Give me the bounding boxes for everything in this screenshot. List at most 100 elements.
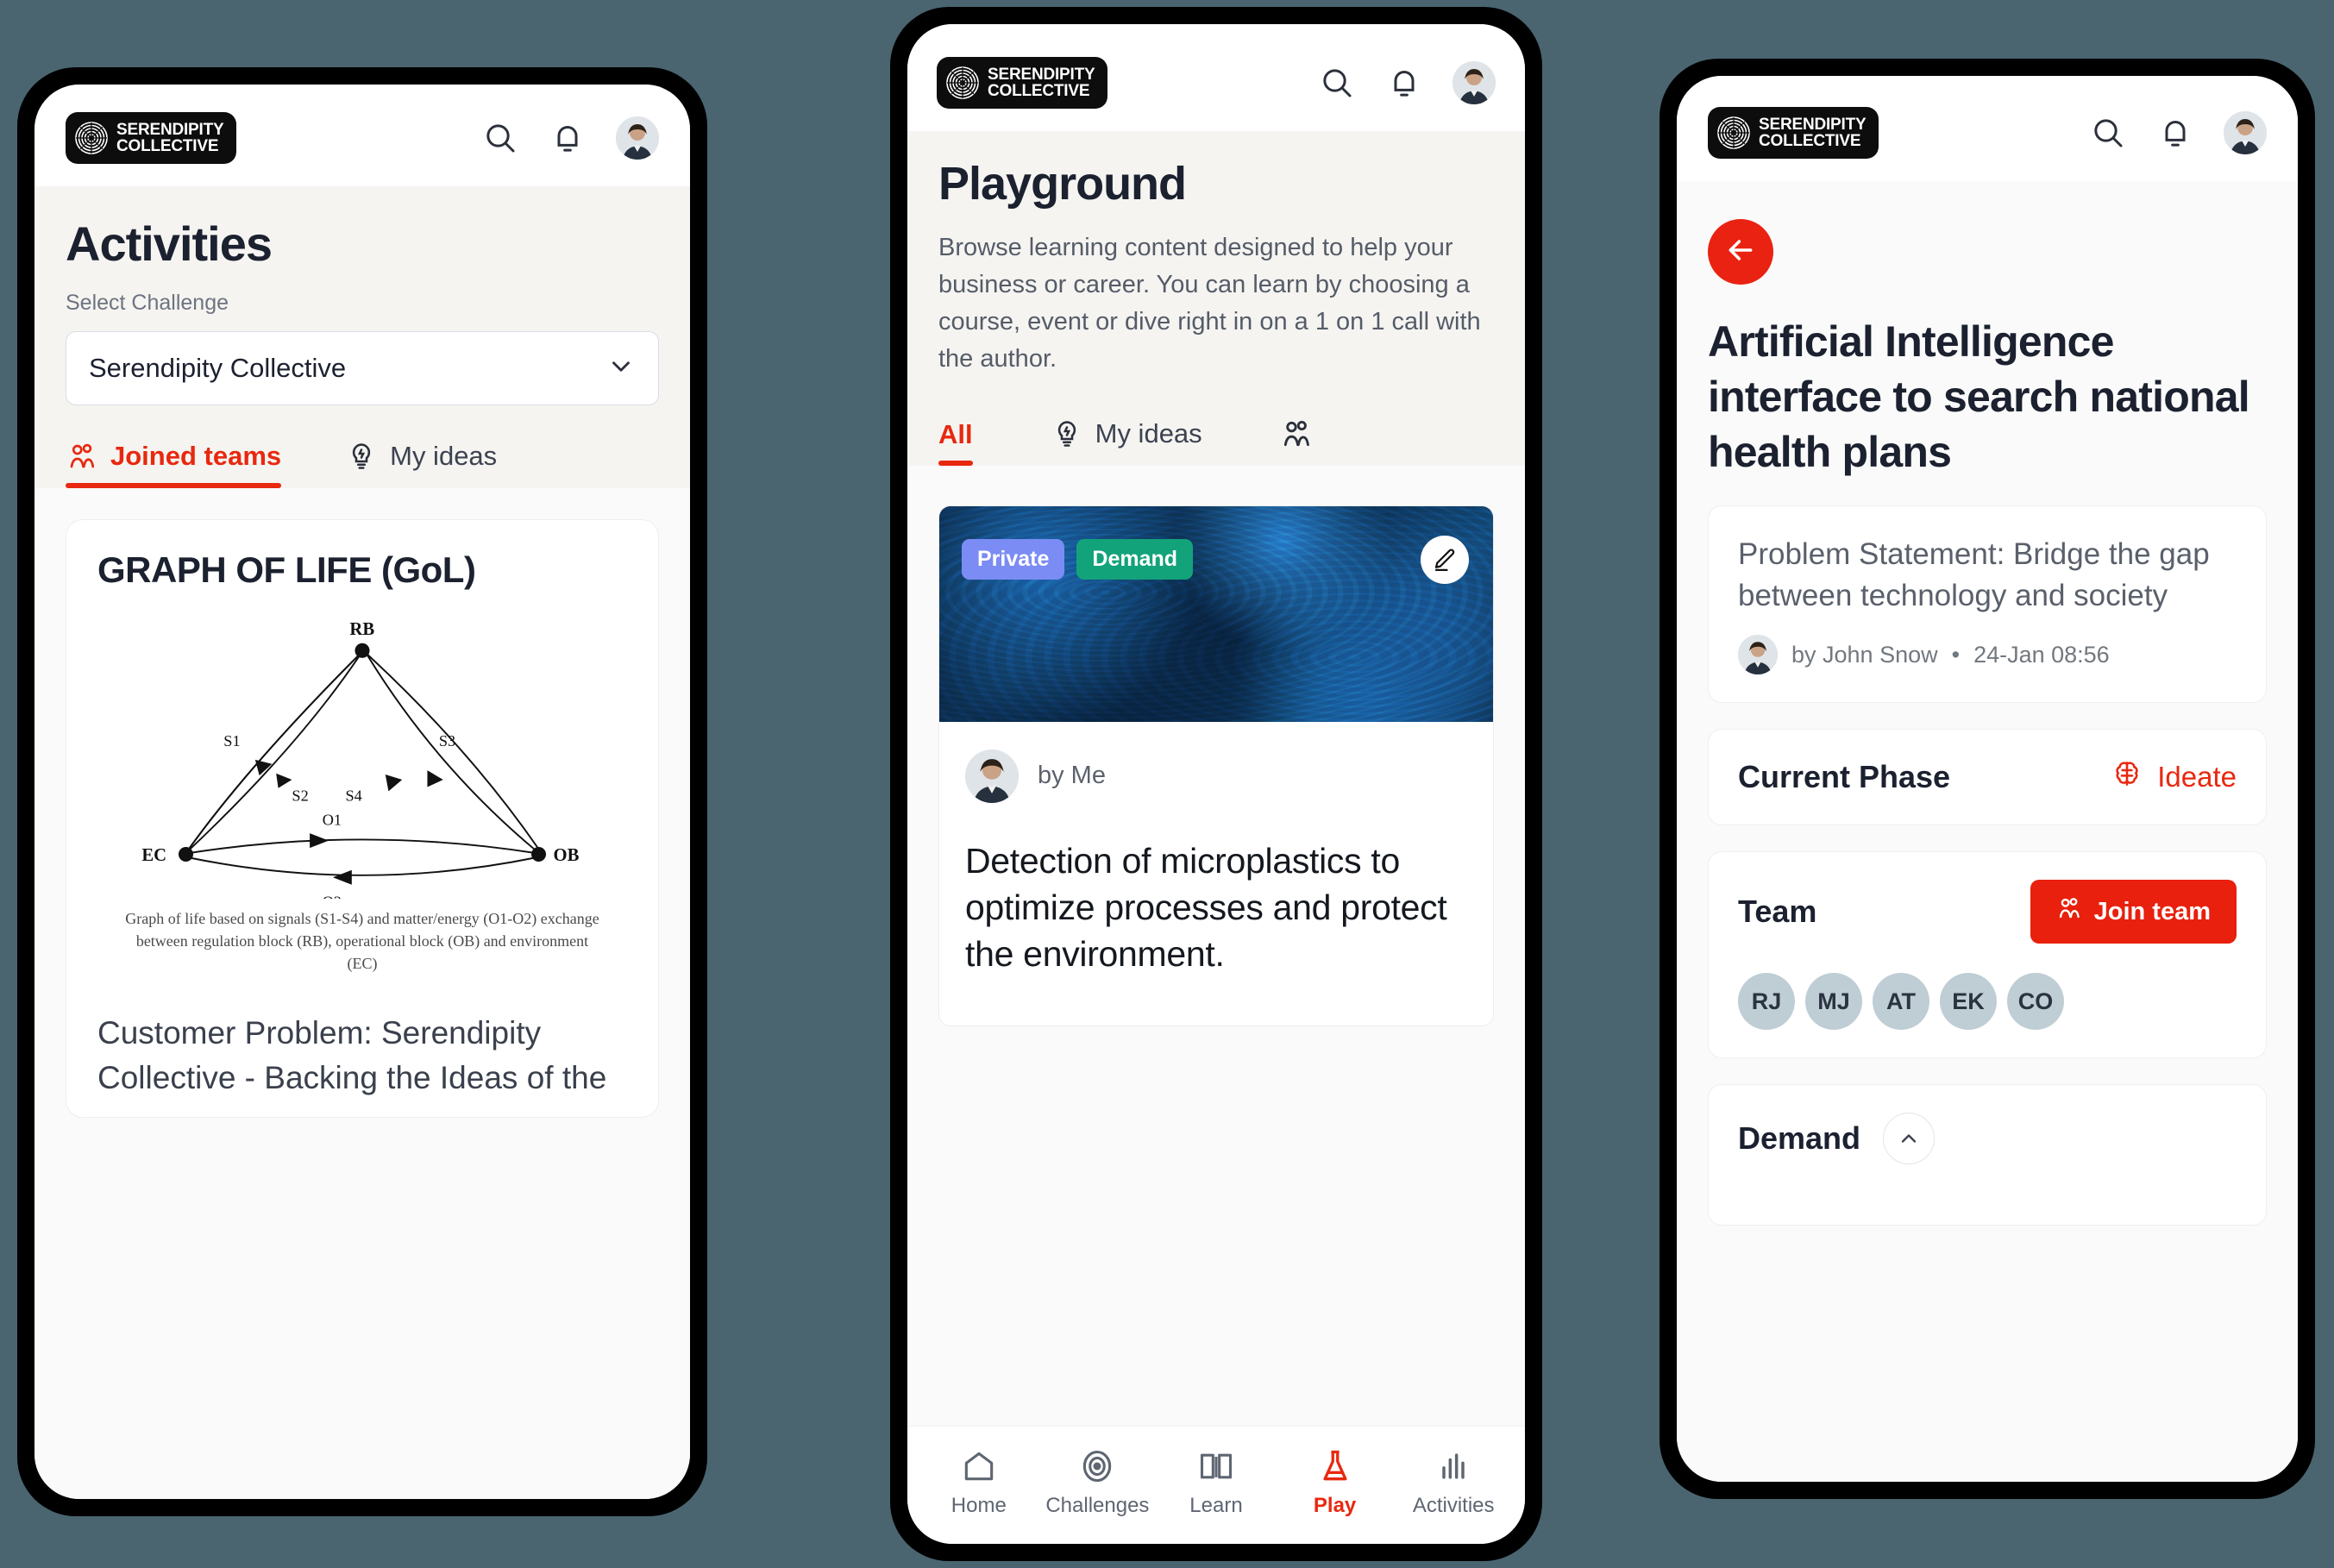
nav-item-challenges[interactable]: Challenges — [1041, 1447, 1154, 1518]
flask-icon — [1323, 1450, 1347, 1481]
challenge-select[interactable]: Serendipity Collective — [66, 331, 659, 405]
problem-timestamp: 24-Jan 08:56 — [1973, 641, 2110, 668]
people-group-icon — [1280, 417, 1313, 450]
tab-my-ideas-label: My ideas — [1095, 417, 1202, 448]
tab-joined-teams[interactable]: Joined teams — [66, 440, 282, 488]
header-actions-2 — [1318, 61, 1496, 104]
team-avatar-initials[interactable]: EK — [1940, 973, 1997, 1031]
team-avatar-initials[interactable]: CO — [2007, 973, 2064, 1031]
brand-logo-3[interactable]: SERENDIPITY COLLECTIVE — [1708, 107, 1879, 159]
card-hero-image: Private Demand — [939, 505, 1493, 722]
people-group-icon — [66, 440, 98, 473]
badge-demand: Demand — [1076, 538, 1194, 580]
phone1-head-pad: Activities Select Challenge Serendipity … — [35, 186, 690, 488]
diagram-edge-S3: S3 — [439, 732, 455, 750]
phone3-screen: SERENDIPITY COLLECTIVE Artificial Intell… — [1677, 76, 2298, 1482]
phone2-screen: SERENDIPITY COLLECTIVE Playground Browse… — [907, 24, 1525, 1544]
phone3-pad: Artificial Intelligence interface to sea… — [1677, 181, 2298, 1226]
tab-joined-teams-label: Joined teams — [110, 441, 282, 471]
people-group-icon — [2056, 895, 2082, 928]
team-card-3[interactable]: Team Join team RJ MJ AT EK CO — [1708, 851, 2267, 1059]
phone3-body: Artificial Intelligence interface to sea… — [1677, 181, 2298, 1482]
pencil-edit-icon[interactable] — [1421, 535, 1469, 584]
playground-tabs: All My ideas — [938, 417, 1494, 466]
diagram-node-RB: RB — [349, 620, 374, 639]
problem-statement-card[interactable]: Problem Statement: Bridge the gap betwee… — [1708, 505, 2267, 704]
user-avatar[interactable] — [616, 116, 659, 160]
card-title: GRAPH OF LIFE (GoL) — [97, 549, 476, 590]
problem-statement-text: Problem Statement: Bridge the gap betwee… — [1738, 537, 2210, 612]
notification-bell-icon[interactable] — [549, 119, 587, 157]
demand-row: Demand — [1738, 1113, 2237, 1165]
app-header-2: SERENDIPITY COLLECTIVE — [907, 24, 1525, 131]
user-avatar[interactable] — [2224, 111, 2267, 154]
phone1-content: GRAPH OF LIFE (GoL) RB EC OB S1 S2 S3 S4… — [35, 488, 690, 1499]
nav-item-play[interactable]: Play — [1278, 1447, 1391, 1518]
team-member-avatars: RJ MJ AT EK CO — [1738, 973, 2237, 1031]
diagram-edge-S4: S4 — [346, 787, 362, 804]
diagram-edge-O1: O1 — [323, 811, 342, 828]
screenshot-stage: SERENDIPITY COLLECTIVE Activities Select… — [0, 0, 2334, 1568]
notification-bell-icon[interactable] — [1385, 64, 1423, 102]
team-avatar-initials[interactable]: AT — [1873, 973, 1929, 1031]
chevron-up-icon[interactable] — [1883, 1113, 1936, 1165]
diagram-caption: Graph of life based on signals (S1-S4) a… — [125, 909, 599, 972]
phone2-content: Private Demand by Me Detection of microp… — [907, 465, 1525, 1426]
phone1-body: Activities Select Challenge Serendipity … — [35, 186, 690, 1499]
notification-bell-icon[interactable] — [2156, 114, 2194, 152]
problem-author-row: by John Snow • 24-Jan 08:56 — [1738, 635, 2237, 675]
demand-label: Demand — [1738, 1120, 1861, 1157]
home-icon — [964, 1452, 994, 1481]
tab-all[interactable]: All — [938, 419, 973, 466]
current-phase-value: Ideate — [2157, 761, 2237, 793]
join-team-button[interactable]: Join team — [2030, 880, 2237, 944]
back-button[interactable] — [1708, 219, 1773, 285]
tab-my-ideas-label: My ideas — [390, 441, 498, 471]
idea-detail-title: Artificial Intelligence interface to sea… — [1708, 317, 2250, 476]
brand-logo-2[interactable]: SERENDIPITY COLLECTIVE — [937, 57, 1107, 109]
page-title: Playground — [938, 158, 1187, 210]
page-description: Browse learning content designed to help… — [938, 234, 1481, 373]
nav-item-home[interactable]: Home — [922, 1447, 1035, 1518]
team-avatar-initials[interactable]: RJ — [1738, 973, 1795, 1031]
problem-author-name: by John Snow — [1791, 641, 1938, 668]
card-badges: Private Demand — [962, 538, 1194, 580]
logo-text-line1: SERENDIPITY — [988, 65, 1095, 84]
nav-label-play: Play — [1313, 1494, 1357, 1517]
badge-private: Private — [962, 538, 1065, 580]
current-phase-label: Current Phase — [1738, 759, 1951, 795]
team-avatar-initials[interactable]: MJ — [1805, 973, 1862, 1031]
diagram-edge-O2: O2 — [323, 893, 342, 898]
brain-icon — [2111, 757, 2143, 797]
lightbulb-icon — [1051, 417, 1083, 450]
current-phase-card[interactable]: Current Phase Ideate — [1708, 729, 2267, 826]
search-icon[interactable] — [481, 119, 519, 157]
team-row: Team Join team — [1738, 880, 2237, 944]
tab-teams[interactable] — [1280, 417, 1325, 466]
logo-text-line1: SERENDIPITY — [116, 120, 224, 139]
logo-text-line2: COLLECTIVE — [116, 137, 219, 155]
nav-item-learn[interactable]: Learn — [1160, 1447, 1273, 1518]
problem-author-avatar — [1738, 635, 1778, 675]
demand-card[interactable]: Demand — [1708, 1084, 2267, 1226]
team-card[interactable]: GRAPH OF LIFE (GoL) RB EC OB S1 S2 S3 S4… — [66, 519, 659, 1118]
nav-label-home: Home — [951, 1494, 1007, 1517]
search-icon[interactable] — [2089, 114, 2127, 152]
challenge-select-value: Serendipity Collective — [89, 353, 347, 383]
logo-text-line1: SERENDIPITY — [1759, 115, 1867, 134]
tab-my-ideas[interactable]: My ideas — [1051, 417, 1202, 466]
app-header-3: SERENDIPITY COLLECTIVE — [1677, 76, 2298, 181]
user-avatar[interactable] — [1452, 61, 1496, 104]
brand-logo[interactable]: SERENDIPITY COLLECTIVE — [66, 112, 236, 164]
nav-item-activities[interactable]: Activities — [1397, 1447, 1510, 1518]
tab-my-ideas[interactable]: My ideas — [345, 440, 497, 488]
logo-text-line2: COLLECTIVE — [988, 82, 1090, 100]
card-author-row: by Me — [939, 722, 1493, 803]
search-icon[interactable] — [1318, 64, 1356, 102]
diagram-edge-S1: S1 — [223, 732, 240, 750]
phone-frame-idea-detail: SERENDIPITY COLLECTIVE Artificial Intell… — [1660, 59, 2315, 1499]
header-actions-3 — [2089, 111, 2267, 154]
bar-chart-icon — [1442, 1453, 1465, 1479]
playground-card[interactable]: Private Demand by Me Detection of microp… — [938, 505, 1494, 1026]
activities-tabs: Joined teams My ideas — [66, 440, 659, 488]
